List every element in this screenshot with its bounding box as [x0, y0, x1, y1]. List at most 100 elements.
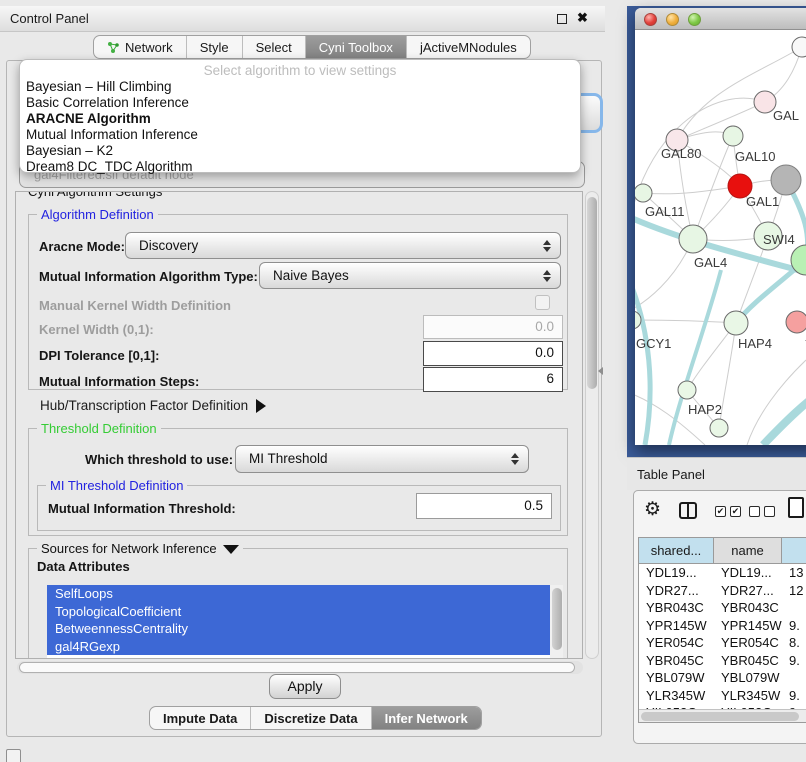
- apply-button[interactable]: Apply: [269, 674, 341, 699]
- kernel-width-label: Kernel Width (0,1):: [39, 322, 154, 337]
- unchecked-checkbox-icon: [749, 506, 760, 517]
- hub-definition-expander[interactable]: Hub/Transcription Factor Definition: [40, 398, 266, 413]
- mi-steps-field[interactable]: 6: [423, 367, 563, 392]
- tab-label: Impute Data: [163, 707, 237, 730]
- close-window-icon[interactable]: [644, 13, 657, 26]
- algorithm-dropdown-popup: Select algorithm to view settings Bayesi…: [19, 59, 581, 173]
- tab-jactivemnodules[interactable]: jActiveMNodules: [406, 36, 530, 58]
- table-panel-card: ⚙ ✔ ✔ shared...nameA YDL19...YDL19...13Y…: [633, 490, 806, 744]
- column-header[interactable]: A: [782, 538, 806, 563]
- mi-threshold-definition-title: MI Threshold Definition: [46, 478, 187, 493]
- network-node[interactable]: [771, 165, 801, 195]
- network-window[interactable]: GALGAL80GAL10GAL1GAL11GAL4SWI4GCY1HAP4YH…: [635, 8, 806, 445]
- tab-label: jActiveMNodules: [420, 36, 517, 59]
- tab-infer-network[interactable]: Infer Network: [371, 707, 481, 729]
- algorithm-option[interactable]: Mutual Information Inference: [20, 127, 580, 143]
- column-header[interactable]: name: [714, 538, 782, 563]
- algorithm-option[interactable]: ARACNE Algorithm: [20, 111, 580, 127]
- node-label: HAP4: [738, 336, 772, 351]
- table-row[interactable]: YLR345WYLR345W9.: [639, 687, 806, 705]
- mi-type-combo[interactable]: Naive Bayes: [259, 262, 561, 289]
- zoom-window-icon[interactable]: [688, 13, 701, 26]
- select-all-columns-icon[interactable]: ✔ ✔: [715, 506, 741, 517]
- scrollbar-thumb[interactable]: [19, 662, 575, 673]
- manual-kernel-checkbox[interactable]: [535, 295, 550, 310]
- network-node-gal4[interactable]: [679, 225, 707, 253]
- network-window-titlebar[interactable]: [635, 8, 806, 30]
- gear-icon[interactable]: ⚙: [644, 499, 661, 521]
- algorithm-definition-title: Algorithm Definition: [37, 207, 158, 222]
- table-cell: [782, 669, 806, 687]
- table-row[interactable]: YPR145WYPR145W9.: [639, 617, 806, 635]
- table-horizontal-scrollbar[interactable]: [639, 709, 806, 722]
- table-row[interactable]: YBR045CYBR045C9.: [639, 652, 806, 670]
- scrollbar-thumb[interactable]: [641, 712, 799, 721]
- kernel-width-field[interactable]: 0.0: [423, 315, 563, 339]
- mi-threshold-label: Mutual Information Threshold:: [48, 501, 236, 516]
- minimized-panel-icon[interactable]: [6, 749, 21, 762]
- table-cell: 9.: [782, 617, 806, 635]
- column-header[interactable]: shared...: [639, 538, 714, 563]
- close-panel-icon[interactable]: ✖: [577, 10, 588, 26]
- table-row[interactable]: YBL079WYBL079W: [639, 669, 806, 687]
- tab-network[interactable]: Network: [94, 36, 186, 58]
- data-attribute-item[interactable]: gal4RGexp: [47, 638, 550, 656]
- attributes-scrollbar[interactable]: [550, 585, 563, 659]
- network-node[interactable]: [792, 37, 806, 57]
- scrollbar-thumb[interactable]: [587, 197, 597, 389]
- data-attribute-item[interactable]: BetweennessCentrality: [47, 620, 550, 638]
- sources-group-title[interactable]: Sources for Network Inference: [37, 541, 243, 556]
- settings-horizontal-scrollbar[interactable]: [17, 661, 583, 674]
- cyni-algorithm-settings-group: Cyni Algorithm Settings Algorithm Defini…: [15, 191, 583, 659]
- float-panel-icon[interactable]: [557, 14, 567, 24]
- sources-group: Sources for Network Inference Data Attri…: [28, 548, 568, 659]
- network-node-gal11[interactable]: [635, 184, 652, 202]
- table-row[interactable]: YDR27...YDR27...12: [639, 582, 806, 600]
- which-threshold-combo[interactable]: MI Threshold: [235, 445, 529, 473]
- table-row[interactable]: YER054CYER054C8.: [639, 634, 806, 652]
- checked-checkbox-icon: ✔: [715, 506, 726, 517]
- mi-steps-label: Mutual Information Steps:: [39, 374, 199, 389]
- scrollbar-thumb[interactable]: [552, 588, 562, 650]
- network-node-y[interactable]: [786, 311, 806, 333]
- table-row[interactable]: YDL19...YDL19...13: [639, 564, 806, 582]
- dpi-tolerance-field[interactable]: 0.0: [423, 341, 563, 366]
- mi-threshold-field[interactable]: 0.5: [416, 493, 552, 519]
- node-label: GAL11: [645, 204, 685, 219]
- node-label: GAL4: [694, 255, 727, 270]
- panel-splitter-handle[interactable]: [598, 367, 603, 375]
- node-label: GAL: [773, 108, 799, 123]
- columns-icon[interactable]: [679, 502, 697, 519]
- data-attribute-item[interactable]: TopologicalCoefficient: [47, 603, 550, 621]
- export-table-icon[interactable]: [788, 497, 804, 518]
- tab-style[interactable]: Style: [186, 36, 242, 58]
- table-cell: YBR043C: [639, 599, 714, 617]
- algorithm-list: Bayesian – Hill ClimbingBasic Correlatio…: [20, 79, 580, 174]
- tab-select[interactable]: Select: [242, 36, 305, 58]
- node-label: GAL10: [735, 149, 775, 164]
- deselect-all-columns-icon[interactable]: [749, 506, 775, 517]
- tab-cyni-toolbox[interactable]: Cyni Toolbox: [305, 36, 406, 58]
- tab-impute-data[interactable]: Impute Data: [150, 707, 250, 729]
- aracne-mode-combo[interactable]: Discovery: [125, 232, 561, 259]
- table-row[interactable]: YBR043CYBR043C: [639, 599, 806, 617]
- which-threshold-label: Which threshold to use:: [85, 452, 233, 467]
- mi-type-value: Naive Bayes: [273, 268, 349, 283]
- dpi-tolerance-label: DPI Tolerance [0,1]:: [39, 348, 159, 363]
- data-attribute-item[interactable]: SelfLoops: [47, 585, 550, 603]
- network-node-gal10[interactable]: [723, 126, 743, 146]
- network-node-hap2[interactable]: [678, 381, 696, 399]
- tab-discretize-data[interactable]: Discretize Data: [250, 707, 370, 729]
- algorithm-option[interactable]: Basic Correlation Inference: [20, 95, 580, 111]
- collapse-down-icon: [223, 545, 239, 554]
- network-node[interactable]: [710, 419, 728, 437]
- tab-label: Network: [125, 36, 173, 59]
- settings-vertical-scrollbar[interactable]: [585, 191, 599, 659]
- minimize-window-icon[interactable]: [666, 13, 679, 26]
- algorithm-option[interactable]: Dream8 DC_TDC Algorithm: [20, 159, 580, 175]
- algorithm-option[interactable]: Bayesian – Hill Climbing: [20, 79, 580, 95]
- algorithm-option[interactable]: Bayesian – K2: [20, 143, 580, 159]
- table-toolbar: ⚙ ✔ ✔: [634, 491, 806, 535]
- network-canvas[interactable]: GALGAL80GAL10GAL1GAL11GAL4SWI4GCY1HAP4YH…: [635, 30, 806, 445]
- network-node-hap4[interactable]: [724, 311, 748, 335]
